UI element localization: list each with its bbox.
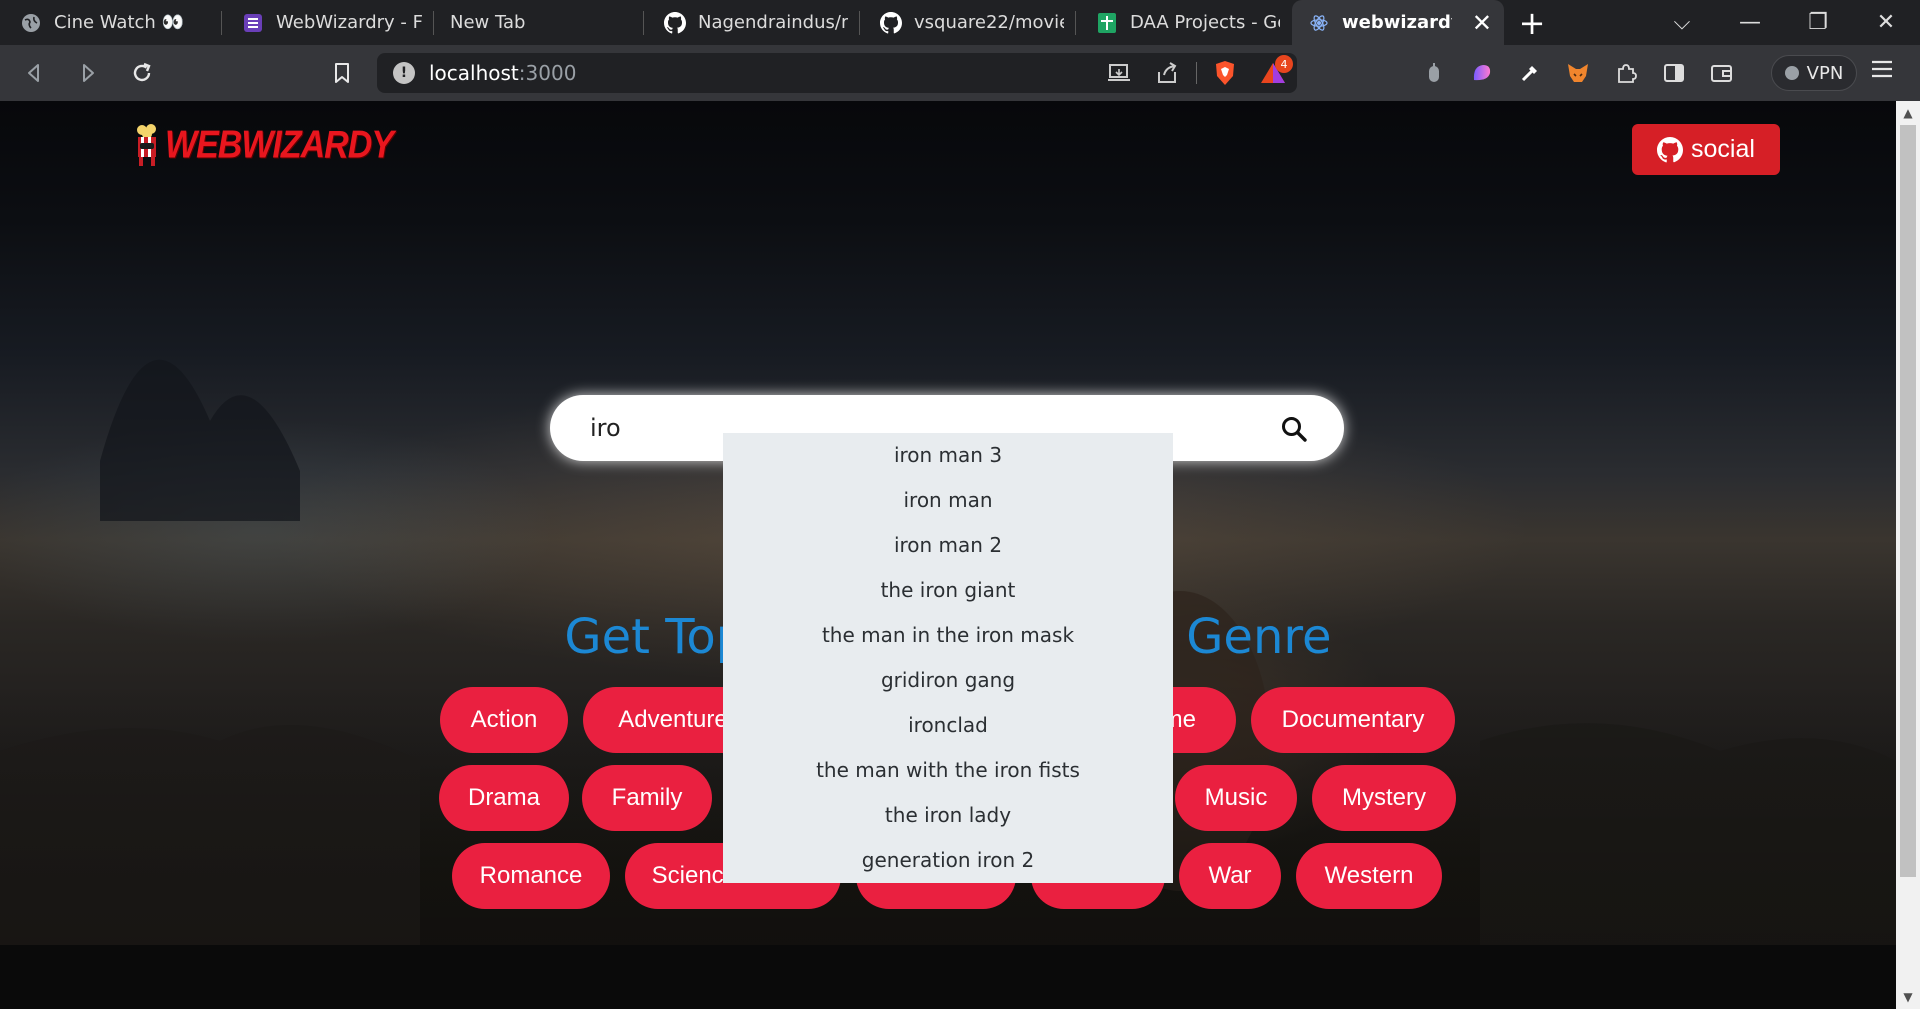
tab-cine-watch[interactable]: Cine Watch 👀 [0, 0, 222, 45]
genre-button-action[interactable]: Action [440, 687, 568, 753]
site-info-icon[interactable]: ! [393, 62, 415, 84]
sidebar-toggle-icon[interactable] [1650, 63, 1698, 83]
suggestion-item[interactable]: the iron lady [723, 793, 1173, 838]
site-logo[interactable]: WEBWIZARDY [133, 122, 394, 167]
page-scrollbar[interactable]: ▲ ▼ [1896, 101, 1920, 1009]
github-icon [880, 11, 902, 34]
tab-github-nagendraindus[interactable]: Nagendraindus/mov [644, 0, 860, 45]
metamask-fox-icon[interactable] [1554, 62, 1602, 84]
suggestion-item[interactable]: the man with the iron fists [723, 748, 1173, 793]
globe-icon [20, 12, 42, 34]
omnibox-divider [1191, 62, 1201, 84]
search-icon[interactable] [1280, 415, 1308, 443]
reload-icon[interactable] [118, 53, 166, 93]
wallet-icon[interactable] [1698, 63, 1746, 83]
search-suggestions-dropdown: iron man 3 iron man iron man 2 the iron … [723, 433, 1173, 883]
close-tab-icon[interactable]: ✕ [1452, 9, 1492, 37]
new-tab-plus-icon[interactable]: + [1504, 0, 1560, 45]
scrollbar-thumb[interactable] [1900, 125, 1916, 877]
extension-mouse-icon[interactable] [1410, 62, 1458, 84]
scroll-up-arrow-icon[interactable]: ▲ [1896, 101, 1920, 125]
vpn-button[interactable]: VPN [1771, 55, 1857, 91]
tab-webwizardy-active[interactable]: webwizardy ✕ [1292, 0, 1504, 45]
forward-icon[interactable] [64, 53, 112, 93]
github-icon [664, 11, 686, 34]
social-label: social [1691, 135, 1755, 163]
suggestion-item[interactable]: gridiron gang [723, 658, 1173, 703]
rewards-badge: 4 [1275, 55, 1293, 73]
minimize-icon[interactable]: — [1716, 10, 1784, 35]
suggestion-item[interactable]: the man in the iron mask [723, 613, 1173, 658]
genre-button-war[interactable]: War [1179, 843, 1281, 909]
github-icon [1657, 136, 1684, 162]
genre-button-mystery[interactable]: Mystery [1312, 765, 1456, 831]
address-bar[interactable]: ! localhost:3000 4 [377, 53, 1297, 93]
genre-button-western[interactable]: Western [1296, 843, 1442, 909]
extensions-puzzle-icon[interactable] [1602, 62, 1650, 84]
extensions-row [1410, 53, 1746, 93]
social-button[interactable]: social [1632, 124, 1780, 175]
back-icon[interactable] [10, 53, 58, 93]
tab-webwizardry-final[interactable]: WebWizardry - Final [222, 0, 434, 45]
genre-button-drama[interactable]: Drama [439, 765, 569, 831]
popcorn-mascot-icon [137, 124, 156, 166]
color-picker-icon[interactable] [1506, 62, 1554, 84]
suggestion-item[interactable]: generation iron 2 [723, 838, 1173, 883]
forms-icon [242, 12, 264, 34]
brave-shields-icon[interactable] [1201, 60, 1249, 86]
react-icon [1308, 12, 1330, 34]
extension-gradient-icon[interactable] [1458, 62, 1506, 84]
brand-wordmark: WEBWIZARDY [165, 122, 394, 167]
window-controls: ⌵ — ❐ ✕ [1648, 0, 1920, 45]
url-text: localhost:3000 [429, 61, 577, 85]
page-viewport: WEBWIZARDY social Get TopGenre Action Ad… [0, 101, 1896, 1009]
close-window-icon[interactable]: ✕ [1852, 10, 1920, 35]
restore-icon[interactable]: ❐ [1784, 10, 1852, 35]
menu-hamburger-icon[interactable] [1870, 59, 1902, 83]
tab-new-tab[interactable]: New Tab [434, 0, 644, 45]
scroll-down-arrow-icon[interactable]: ▼ [1896, 985, 1920, 1009]
genre-button-music[interactable]: Music [1175, 765, 1297, 831]
browser-toolbar: ! localhost:3000 4 VPN [0, 45, 1920, 101]
tab-strip: Cine Watch 👀 WebWizardry - Final New Tab… [0, 0, 1920, 45]
page-footer-strip [0, 945, 1896, 1009]
genre-button-romance[interactable]: Romance [452, 843, 610, 909]
genre-button-family[interactable]: Family [582, 765, 712, 831]
genre-button-documentary[interactable]: Documentary [1251, 687, 1455, 753]
suggestion-item[interactable]: ironclad [723, 703, 1173, 748]
suggestion-item[interactable]: iron man 3 [723, 433, 1173, 478]
bookmark-icon[interactable] [318, 53, 366, 93]
share-icon[interactable] [1143, 62, 1191, 84]
tab-github-vsquare22[interactable]: vsquare22/movie-re [860, 0, 1076, 45]
install-app-icon[interactable] [1095, 62, 1143, 84]
vpn-status-icon [1784, 66, 1799, 80]
suggestion-item[interactable]: the iron giant [723, 568, 1173, 613]
tab-daa-projects[interactable]: DAA Projects - Goog [1076, 0, 1292, 45]
suggestion-item[interactable]: iron man 2 [723, 523, 1173, 568]
tab-search-chevron-icon[interactable]: ⌵ [1648, 10, 1716, 35]
sheets-icon [1096, 12, 1118, 34]
brave-rewards-icon[interactable]: 4 [1249, 55, 1297, 85]
suggestion-item[interactable]: iron man [723, 478, 1173, 523]
